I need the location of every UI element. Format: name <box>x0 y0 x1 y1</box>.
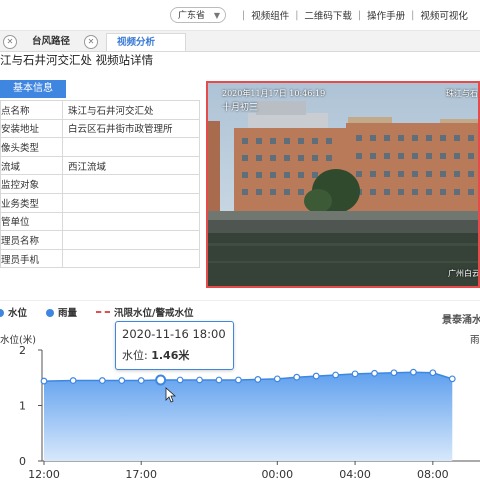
x-tick-label: 17:00 <box>125 468 157 480</box>
x-tick-label: 04:00 <box>339 468 371 480</box>
top-bar: 广东省 ▼ | 视频组件 | 二维码下载 | 操作手册 | 视频可视化 <box>0 0 480 31</box>
nav-video-components[interactable]: 视频组件 <box>251 8 289 22</box>
water-level-point <box>429 369 437 377</box>
y-tick-label: 2 <box>19 344 26 357</box>
tooltip-date: 2020-11-16 18:00 <box>122 327 226 341</box>
y-tick-label: 0 <box>19 455 26 468</box>
tab-video-analysis[interactable]: 视频分析 <box>106 33 186 51</box>
nav-qrcode-download[interactable]: 二维码下载 <box>304 8 352 22</box>
basic-info-table: 点名称 珠江与石井河交汇处 安装地址 白云区石井街市政管理所 像头类型 流域 西江流域 监控对… <box>0 100 200 269</box>
page-title: 江与石井河交汇处 视频站详情 <box>0 53 154 67</box>
video-timestamp: 2020年11月17日 10:46:19 <box>222 89 326 98</box>
water-level-point <box>273 375 281 383</box>
chart-tooltip: 2020-11-16 18:00 水位: 1.46米 <box>115 321 234 370</box>
tooltip-label: 水位: <box>122 349 148 362</box>
legend-dot-icon <box>0 309 4 317</box>
top-nav: | 视频组件 | 二维码下载 | 操作手册 | 视频可视化 <box>242 8 468 23</box>
legend-dot-icon <box>46 309 54 317</box>
water-level-point <box>293 373 301 381</box>
x-tick-label: 08:00 <box>417 468 449 480</box>
region-select[interactable]: 广东省 ▼ <box>170 7 226 23</box>
water-level-point <box>254 376 262 383</box>
info-key: 像头类型 <box>0 137 63 157</box>
basic-info-tab[interactable]: 基本信息 <box>0 80 66 98</box>
nav-manual[interactable]: 操作手册 <box>367 8 405 22</box>
info-value <box>62 211 200 232</box>
video-station-label: 珠江与石 <box>446 89 478 98</box>
info-key: 安装地址 <box>0 118 63 139</box>
water-level-point <box>371 369 378 377</box>
info-key: 监控对象 <box>0 174 63 194</box>
tab-label: 台风路径 <box>32 36 71 47</box>
water-level-point <box>448 375 456 383</box>
info-row: 点名称 珠江与石井河交汇处 <box>0 100 200 120</box>
info-key: 理员手机 <box>0 248 63 269</box>
info-value <box>62 230 200 250</box>
info-value: 西江流域 <box>62 155 200 176</box>
water-level-point <box>409 368 417 376</box>
x-tick-label: 00:00 <box>261 468 293 480</box>
info-value: 白云区石井街市政管理所 <box>62 118 200 139</box>
water-level-point <box>176 376 184 384</box>
water-level-point <box>69 377 77 384</box>
info-row: 业务类型 <box>0 192 200 213</box>
station-name: 景泰涌水 <box>442 315 480 326</box>
legend-warning-level[interactable]: 汛限水位/警戒水位 <box>96 305 193 319</box>
info-value <box>62 248 200 269</box>
legend-rainfall[interactable]: 雨量 <box>46 305 77 319</box>
video-location-label: 广州白云 <box>448 269 480 278</box>
nav-video-visualization[interactable]: 视频可视化 <box>420 8 468 22</box>
info-row: 管单位 <box>0 211 200 232</box>
info-key: 理员名称 <box>0 230 63 250</box>
water-level-point <box>155 374 167 386</box>
water-level-point <box>351 370 359 378</box>
basic-info-panel: 基本信息 点名称 珠江与石井河交汇处 安装地址 白云区石井街市政管理所 像头类型 流域 西江… <box>0 80 200 269</box>
tooltip-value: 1.46米 <box>151 349 190 362</box>
info-row: 像头类型 <box>0 137 200 157</box>
water-level-point <box>118 377 126 384</box>
info-row: 监控对象 <box>0 174 200 194</box>
water-level-point <box>235 376 242 384</box>
water-level-point <box>40 377 48 385</box>
info-row: 流域 西江流域 <box>0 155 200 176</box>
water-level-point <box>196 376 203 384</box>
info-row: 理员手机 <box>0 248 200 269</box>
info-key: 管单位 <box>0 211 63 232</box>
info-value <box>62 137 200 157</box>
info-value: 珠江与石井河交汇处 <box>62 100 200 120</box>
info-key: 点名称 <box>0 100 63 120</box>
tab-label: 视频分析 <box>117 37 156 48</box>
x-tick-label: 12:00 <box>28 468 60 480</box>
info-value <box>62 192 200 213</box>
close-icon[interactable]: ✕ <box>84 35 98 49</box>
info-key: 业务类型 <box>0 192 63 213</box>
dashed-line-icon <box>96 311 110 313</box>
video-lunar-date: 十月初三 <box>222 103 259 113</box>
region-value: 广东省 <box>178 11 206 21</box>
tab-previous[interactable]: ✕ <box>0 33 20 51</box>
video-frame-image <box>208 83 478 286</box>
legend-water-level[interactable]: 水位 <box>0 305 27 319</box>
info-row: 理员名称 <box>0 230 200 250</box>
tab-typhoon-path[interactable]: 台风路径 ✕ <box>20 33 105 51</box>
water-level-chart[interactable]: 0 1 2 12:00 17:00 00:00 04:00 08:00 <box>0 340 480 480</box>
info-row: 安装地址 白云区石井街市政管理所 <box>0 118 200 139</box>
water-level-point <box>332 371 340 379</box>
water-level-point <box>215 376 223 384</box>
water-level-point <box>137 377 145 384</box>
close-icon[interactable]: ✕ <box>3 35 17 49</box>
tab-bar: ✕ 台风路径 ✕ 视频分析 <box>0 31 480 52</box>
water-level-area <box>44 372 453 461</box>
water-level-point <box>98 377 106 384</box>
video-player[interactable]: 2020年11月17日 10:46:19 十月初三 珠江与石 广州白云 <box>206 81 480 288</box>
y-tick-label: 1 <box>19 400 26 413</box>
water-level-point <box>312 372 320 380</box>
water-level-point <box>390 369 398 377</box>
info-value <box>62 174 200 194</box>
chevron-down-icon: ▼ <box>213 11 220 20</box>
info-key: 流域 <box>0 155 63 176</box>
